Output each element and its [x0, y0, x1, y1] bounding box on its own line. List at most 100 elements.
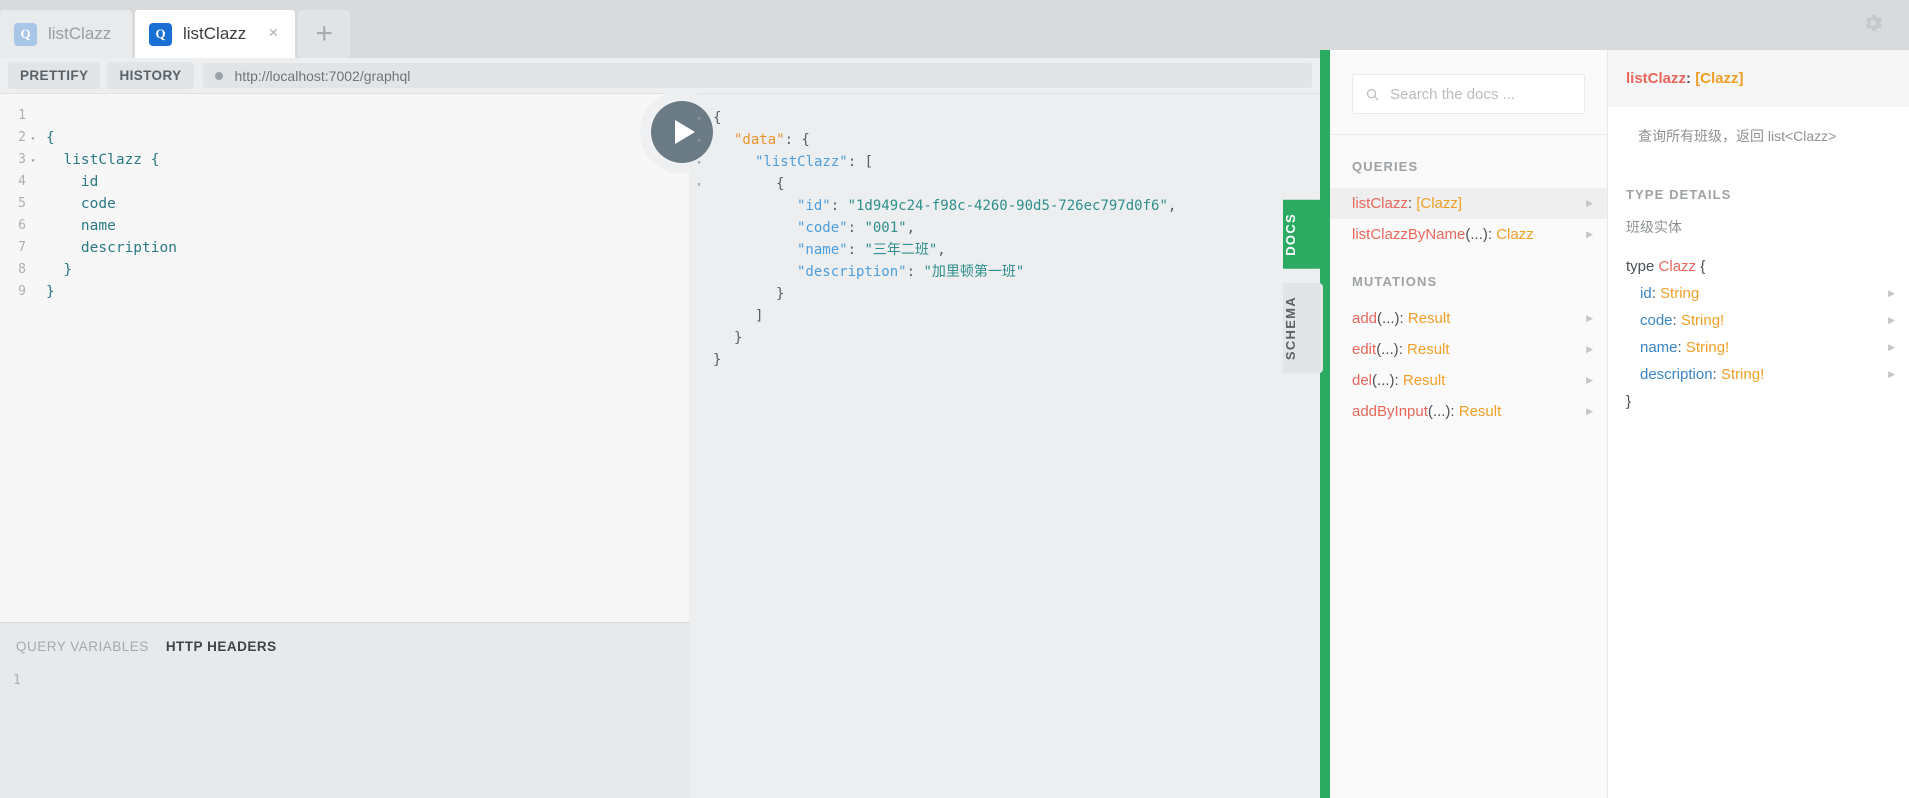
- docs-field-edit[interactable]: edit(...): Result ▶: [1330, 334, 1607, 365]
- docs-field-type: Result: [1458, 403, 1502, 420]
- gear-icon[interactable]: [1861, 11, 1885, 35]
- variables-pane[interactable]: QUERY VARIABLES HTTP HEADERS 1: [0, 622, 689, 798]
- type-header-name[interactable]: listClazz: [1626, 70, 1686, 87]
- type-header: listClazz: [Clazz]: [1608, 50, 1909, 107]
- type-description: 查询所有班级，返回 list<Clazz>: [1638, 128, 1837, 144]
- variables-line-number: 1: [13, 673, 21, 688]
- docs-field-args: (...): [1427, 403, 1451, 420]
- json-text: }: [709, 349, 721, 371]
- type-fields: id: String ▶ code: String! ▶ name: String! ▶ d…: [1608, 280, 1909, 388]
- code-line: 7 description: [0, 237, 177, 259]
- json-text: "name": "三年二班",: [709, 239, 946, 261]
- docs-field-listClazz[interactable]: listClazz: [Clazz] ▶: [1330, 188, 1607, 219]
- json-line: "id": "1d949c24-f98c-4260-90d5-726ec797d…: [689, 195, 1176, 217]
- code-line: 1: [0, 105, 177, 127]
- code-line: 2 ▾ {: [0, 127, 177, 149]
- docs-field-name: add: [1352, 310, 1378, 327]
- json-token: ,: [1167, 198, 1177, 214]
- docs-field-type: Clazz: [1496, 226, 1534, 243]
- type-field-name[interactable]: name: String! ▶: [1608, 334, 1909, 361]
- search-placeholder: Search the docs ...: [1390, 85, 1516, 103]
- docs-field-addByInput[interactable]: addByInput(...): Result ▶: [1330, 396, 1607, 427]
- code-text: id: [46, 174, 99, 190]
- type-colon: :: [1712, 366, 1721, 383]
- type-details-panel: listClazz: [Clazz] 查询所有班级，返回 list<Clazz>…: [1608, 50, 1909, 798]
- json-token: "listClazz": [755, 154, 848, 170]
- chevron-right-icon[interactable]: ▶: [1888, 315, 1895, 326]
- docs-sections: QUERIES listClazz: [Clazz] ▶ listClazzByNam…: [1330, 135, 1607, 427]
- docs-colon: :: [1399, 310, 1408, 327]
- history-button[interactable]: HISTORY: [107, 62, 194, 89]
- side-tab-schema[interactable]: SCHEMA: [1283, 282, 1323, 373]
- type-field-code[interactable]: code: String! ▶: [1608, 307, 1909, 334]
- tab-query-variables[interactable]: QUERY VARIABLES: [16, 639, 149, 654]
- type-field-name: id: [1640, 285, 1652, 302]
- fold-toggle-icon[interactable]: ▾: [26, 149, 40, 173]
- chevron-right-icon[interactable]: ▶: [1888, 288, 1895, 299]
- query-editor-code[interactable]: 1 2 ▾{3 ▾ listClazz {4 id 5 code 6 name 7 desc…: [0, 105, 177, 303]
- fold-toggle-icon[interactable]: ▾: [26, 127, 40, 151]
- json-text: }: [709, 283, 784, 305]
- docs-colon: :: [1398, 341, 1408, 358]
- docs-field-add[interactable]: add(...): Result ▶: [1330, 303, 1607, 334]
- prettify-button[interactable]: PRETTIFY: [8, 62, 101, 89]
- json-line: ▾{: [689, 107, 1176, 129]
- line-number: 9: [18, 284, 26, 299]
- json-token: :: [906, 264, 924, 280]
- json-token: "data": [734, 132, 785, 148]
- fold-toggle-icon[interactable]: ▾: [689, 129, 709, 153]
- code-line: 6 name: [0, 215, 177, 237]
- type-field-type: String!: [1680, 312, 1725, 329]
- close-icon[interactable]: ×: [265, 24, 281, 42]
- fold-toggle-icon[interactable]: ▾: [689, 107, 709, 131]
- docs-field-args: (...): [1376, 341, 1399, 358]
- new-tab-button[interactable]: +: [298, 10, 351, 58]
- line-number: 7: [18, 240, 26, 255]
- fold-toggle-icon[interactable]: ▾: [689, 173, 709, 197]
- docs-field-name: listClazz: [1352, 195, 1408, 212]
- json-text: "data": {: [709, 129, 810, 151]
- json-line: }: [689, 327, 1176, 349]
- chevron-right-icon[interactable]: ▶: [1888, 342, 1895, 353]
- type-field-type: String: [1660, 285, 1700, 302]
- tab-1[interactable]: QlistClazz ×: [135, 10, 296, 58]
- chevron-right-icon[interactable]: ▶: [1586, 375, 1593, 386]
- chevron-right-icon[interactable]: ▶: [1586, 313, 1593, 324]
- type-field-description[interactable]: description: String! ▶: [1608, 361, 1909, 388]
- query-editor-pane[interactable]: 1 2 ▾{3 ▾ listClazz {4 id 5 code 6 name 7 desc…: [0, 94, 689, 622]
- code-text: code: [46, 196, 116, 212]
- endpoint-url-bar[interactable]: http://localhost:7002/graphql: [202, 63, 1312, 88]
- docs-field-listClazzByName[interactable]: listClazzByName(...): Clazz ▶: [1330, 219, 1607, 250]
- type-header-type[interactable]: [Clazz]: [1695, 70, 1743, 87]
- tab-0[interactable]: QlistClazz: [0, 10, 132, 58]
- json-text: "description": "加里顿第一班": [709, 261, 1024, 283]
- fold-toggle-icon[interactable]: ▾: [689, 151, 709, 175]
- json-line: ▾ "data": {: [689, 129, 1176, 151]
- connection-status-dot: [214, 71, 223, 80]
- type-declaration: type Clazz {: [1608, 253, 1909, 280]
- endpoint-url-text: http://localhost:7002/graphql: [234, 67, 411, 84]
- side-tab-docs[interactable]: DOCS: [1283, 200, 1323, 269]
- docs-colon: :: [1450, 403, 1459, 420]
- code-text: {: [46, 130, 55, 146]
- json-token: "id": [797, 198, 831, 214]
- editor-toolbar: PRETTIFY HISTORY http://localhost:7002/g…: [0, 58, 1320, 94]
- chevron-right-icon[interactable]: ▶: [1586, 198, 1593, 209]
- json-token: ]: [755, 308, 764, 324]
- chevron-right-icon[interactable]: ▶: [1586, 406, 1593, 417]
- chevron-right-icon[interactable]: ▶: [1888, 369, 1895, 380]
- docs-accent-bar: [1320, 50, 1330, 798]
- search-input[interactable]: Search the docs ...: [1352, 74, 1585, 114]
- docs-panel: Search the docs ... QUERIES listClazz: [C…: [1330, 50, 1608, 798]
- docs-section-heading: QUERIES: [1352, 159, 1419, 174]
- type-name[interactable]: Clazz: [1659, 258, 1697, 275]
- chevron-right-icon[interactable]: ▶: [1586, 229, 1593, 240]
- docs-field-del[interactable]: del(...): Result ▶: [1330, 365, 1607, 396]
- variables-tabs: QUERY VARIABLES HTTP HEADERS: [0, 623, 689, 654]
- type-field-id[interactable]: id: String ▶: [1608, 280, 1909, 307]
- chevron-right-icon[interactable]: ▶: [1586, 344, 1593, 355]
- tab-http-headers[interactable]: HTTP HEADERS: [166, 639, 277, 654]
- code-text: }: [46, 262, 73, 278]
- type-field-type: String!: [1720, 366, 1765, 383]
- json-token: :: [847, 242, 865, 258]
